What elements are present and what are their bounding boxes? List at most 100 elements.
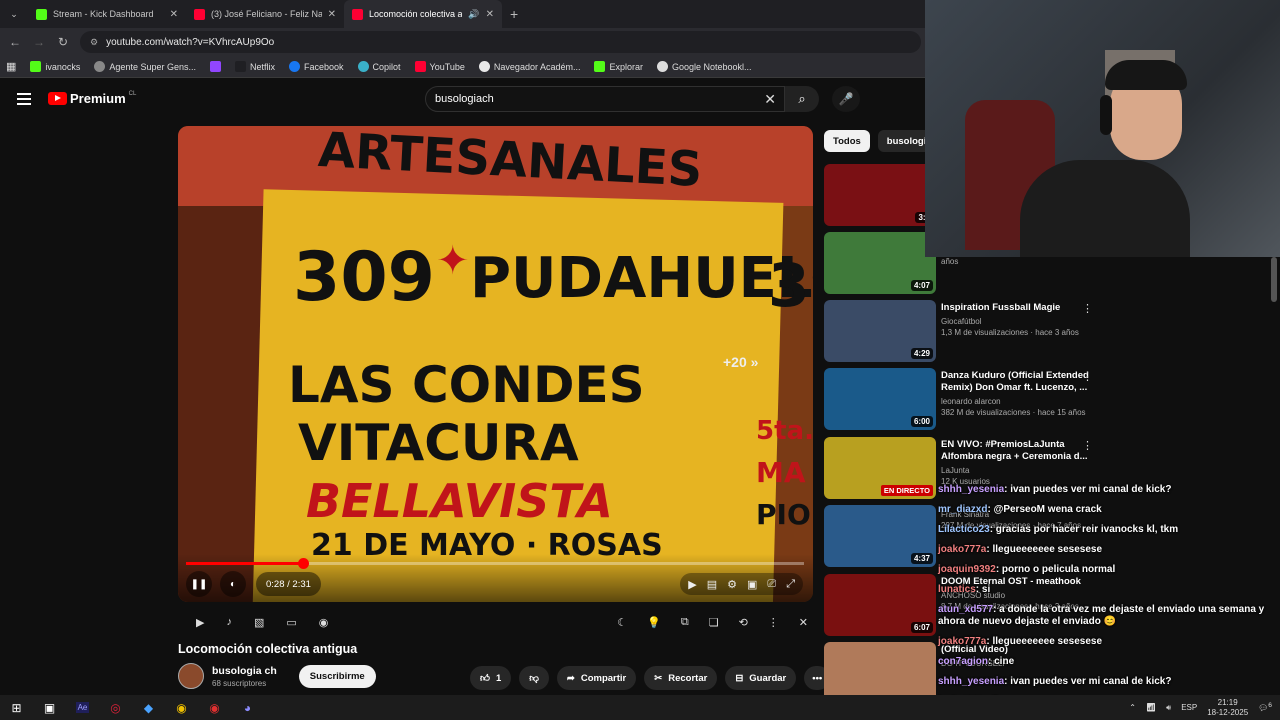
more-vert-icon[interactable]: ⋮ xyxy=(1082,439,1093,452)
back-icon[interactable]: ← xyxy=(8,35,22,49)
rec-title[interactable]: EN VIVO: #PremiosLaJunta Alfombra negra … xyxy=(941,439,1089,463)
chip-todos[interactable]: Todos xyxy=(824,130,870,152)
cast-icon[interactable]: ⎚ xyxy=(767,578,776,591)
video-camera-icon[interactable]: ▶ xyxy=(196,616,204,629)
notifications-button[interactable]: 💬︎6 xyxy=(1258,702,1272,713)
recorder-app[interactable]: ◉ xyxy=(198,695,231,720)
pip-icon[interactable]: ⧉ xyxy=(681,616,689,629)
menu-icon[interactable] xyxy=(17,93,31,105)
language-indicator[interactable]: ESP xyxy=(1181,703,1197,712)
opera-app[interactable]: ◎ xyxy=(99,695,132,720)
chrome-app[interactable]: ◉ xyxy=(165,695,198,720)
chat-username[interactable]: joako777a xyxy=(938,636,986,647)
clock[interactable]: 21:19 18-12-2025 xyxy=(1207,698,1248,718)
volume-button[interactable]: ◐ xyxy=(220,571,246,597)
music-icon[interactable]: ♪ xyxy=(226,616,232,629)
forward-icon[interactable]: → xyxy=(32,35,46,49)
rec-channel[interactable]: Giocafútbol xyxy=(941,317,1089,326)
site-info-icon[interactable]: ⚙ xyxy=(90,37,98,48)
bookmark-facebook[interactable]: Facebook xyxy=(289,61,344,72)
bulb-icon[interactable]: 💡 xyxy=(647,616,661,629)
fullscreen-icon[interactable]: ⤢ xyxy=(786,578,795,591)
chat-username[interactable]: joako777a xyxy=(938,544,986,555)
search-button[interactable]: ⌕ xyxy=(785,86,819,112)
bookmark-netflix[interactable]: Netflix xyxy=(234,61,275,72)
bookmark-agente[interactable]: Agente Super Gens... xyxy=(94,61,196,72)
new-tab-button[interactable]: + xyxy=(510,6,518,22)
bookmark-notebooklm[interactable]: Google Notebookl... xyxy=(657,61,752,72)
video-thumbnail[interactable]: 6:07 xyxy=(824,574,936,636)
speaker-icon[interactable]: 🔊 xyxy=(468,9,479,20)
chat-username[interactable]: con7agion xyxy=(938,656,988,667)
reload-icon[interactable]: ↻ xyxy=(56,35,70,49)
video-thumbnail[interactable]: 4:37 xyxy=(824,505,936,567)
pause-button[interactable]: ❚❚ xyxy=(186,571,212,597)
apps-icon[interactable]: ▦ xyxy=(6,60,16,73)
start-button[interactable]: ⊞ xyxy=(0,695,33,720)
camera-icon[interactable]: ◉ xyxy=(319,616,329,629)
bookmark-youtube[interactable]: YouTube xyxy=(414,61,465,72)
more-vert-icon[interactable]: ⋮ xyxy=(768,616,779,629)
settings-icon[interactable]: ⚙ xyxy=(727,578,737,591)
video-thumbnail[interactable]: 3:5 xyxy=(824,164,936,226)
close-icon[interactable]: ✕ xyxy=(328,9,336,20)
rec-channel[interactable]: LaJunta xyxy=(941,466,1089,475)
recommended-video[interactable]: 4:29 Inspiration Fussball Magie Giocafút… xyxy=(824,300,1264,362)
image-icon[interactable]: ▧ xyxy=(254,616,264,629)
scrollbar[interactable] xyxy=(1271,257,1277,302)
rec-channel[interactable]: leonardo alarcon xyxy=(941,397,1089,406)
save-button[interactable]: ⊟ Guardar xyxy=(725,666,797,690)
rec-title[interactable]: Inspiration Fussball Magie xyxy=(941,302,1089,314)
subscribe-button[interactable]: Suscribirme xyxy=(298,664,376,688)
bookmark-explorar[interactable]: Explorar xyxy=(594,61,643,72)
autoplay-icon[interactable]: ▶ xyxy=(688,578,696,591)
copy-icon[interactable]: ❏ xyxy=(709,616,719,629)
after-effects-app[interactable]: Ae xyxy=(66,695,99,720)
tab-locomocion[interactable]: Locomoción colectiva antig 🔊 ✕ xyxy=(344,0,502,28)
channel-avatar[interactable] xyxy=(178,663,204,689)
subtitles-icon[interactable]: ▤ xyxy=(707,578,717,591)
tab-list-button[interactable]: ⌄ xyxy=(0,0,28,28)
volume-tray-icon[interactable]: 🔊︎ xyxy=(1166,703,1171,713)
video-thumbnail[interactable]: 6:00 xyxy=(824,368,936,430)
close-icon[interactable]: ✕ xyxy=(799,616,808,629)
bookmark-copilot[interactable]: Copilot xyxy=(357,61,401,72)
discord-app[interactable]: ◕ xyxy=(231,695,264,720)
chat-username[interactable]: atun_xd577 xyxy=(938,604,993,615)
voice-search-button[interactable]: 🎤 xyxy=(832,86,860,112)
miniplayer-icon[interactable]: ▣ xyxy=(747,578,757,591)
video-thumbnail[interactable]: 4:29 xyxy=(824,300,936,362)
chat-username[interactable]: shhh_yesenia xyxy=(938,484,1004,495)
url-field[interactable]: ⚙ youtube.com/watch?v=KVhrcAUp9Oo xyxy=(80,31,921,53)
chat-username[interactable]: lunatics xyxy=(938,584,976,595)
chat-username[interactable]: Lilactico23 xyxy=(938,524,990,535)
progress-bar[interactable] xyxy=(186,558,804,569)
clip-button[interactable]: ✂ Recortar xyxy=(644,666,718,690)
search-input[interactable]: busologiach ✕ xyxy=(425,86,785,112)
video-thumbnail[interactable]: EN DIRECTO xyxy=(824,437,936,499)
recommended-video[interactable]: 6:00 Danza Kuduro (Official Extended Rem… xyxy=(824,368,1264,430)
close-icon[interactable]: ✕ xyxy=(170,9,178,20)
more-vert-icon[interactable]: ⋮ xyxy=(1082,302,1093,315)
rec-title[interactable]: Danza Kuduro (Official Extended Remix) D… xyxy=(941,370,1089,394)
network-icon[interactable]: 📶︎ xyxy=(1146,703,1156,712)
chevron-up-icon[interactable]: ⌃ xyxy=(1129,703,1136,712)
tab-kick[interactable]: Stream - Kick Dashboard ✕ xyxy=(28,0,186,28)
caption-icon[interactable]: ▭ xyxy=(286,616,296,629)
chat-username[interactable]: joaquin9392 xyxy=(938,564,996,575)
moon-icon[interactable]: ☾ xyxy=(617,616,627,629)
dislike-button[interactable]: 👎︎ xyxy=(519,666,549,690)
app-4[interactable]: ◆ xyxy=(132,695,165,720)
clear-icon[interactable]: ✕ xyxy=(764,91,776,108)
bookmark-navegador[interactable]: Navegador Académ... xyxy=(478,61,580,72)
video-thumbnail[interactable]: 4:07 xyxy=(824,232,936,294)
share-button[interactable]: ➦ Compartir xyxy=(556,666,637,690)
channel-name[interactable]: busologia ch xyxy=(212,665,277,677)
task-view-button[interactable]: ▣ xyxy=(33,695,66,720)
loop-icon[interactable]: ⟲ xyxy=(739,616,748,629)
bookmark-purple[interactable] xyxy=(209,61,221,72)
youtube-logo[interactable]: Premium CL xyxy=(48,91,136,106)
like-button[interactable]: 👍︎ 1 xyxy=(470,666,512,690)
more-vert-icon[interactable]: ⋮ xyxy=(1082,370,1093,383)
video-player[interactable]: ARTESANALES 309 ✦ PUDAHUEL LAS CONDES VI… xyxy=(178,126,813,602)
